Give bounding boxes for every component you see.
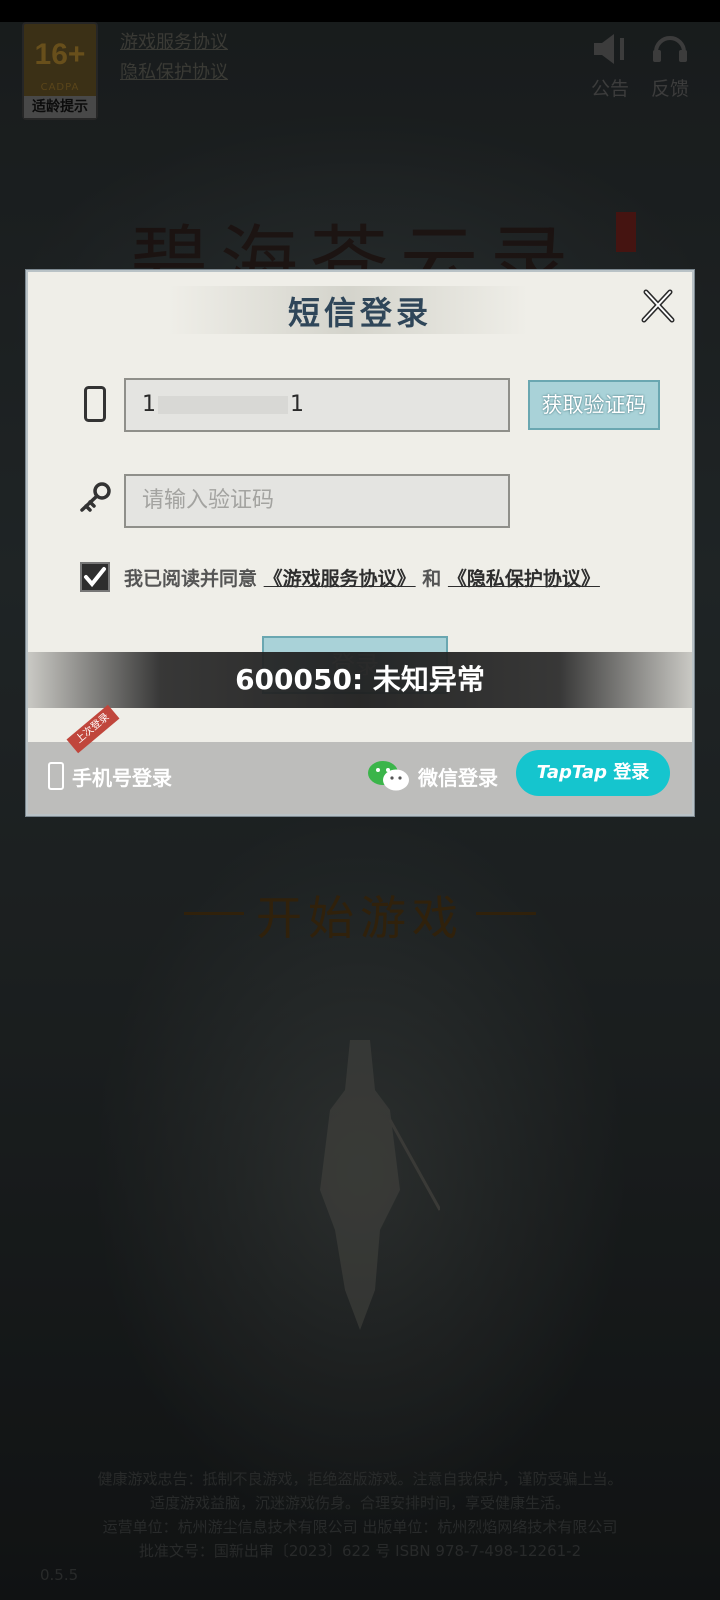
wechat-icon	[368, 761, 409, 791]
last-login-badge: 上次登录	[66, 704, 120, 754]
service-agreement-link-dialog[interactable]: 《游戏服务协议》	[264, 568, 416, 590]
wechat-login-label: 微信登录	[418, 765, 498, 790]
taptap-login-label: 登录	[613, 762, 650, 783]
phone-number-prefix: 1	[142, 392, 156, 417]
agreement-checkbox[interactable]	[80, 562, 110, 592]
phone-login-label: 手机号登录	[72, 765, 172, 790]
key-icon	[80, 482, 111, 512]
get-code-button[interactable]: 获取验证码	[528, 380, 660, 430]
phone-number-suffix: 1	[290, 392, 304, 417]
taptap-brand: TapTap	[536, 762, 608, 783]
agreement-prefix: 我已阅读并同意	[124, 568, 258, 590]
wechat-login-button[interactable]: 微信登录	[366, 756, 498, 796]
phone-login-button[interactable]: 手机号登录	[48, 758, 172, 794]
phone-number-input[interactable]: 11	[124, 378, 510, 432]
phone-icon	[48, 762, 64, 790]
agreement-and: 和	[422, 568, 442, 590]
dialog-title: 短信登录	[287, 294, 432, 332]
close-icon[interactable]	[640, 288, 676, 324]
status-bar	[0, 0, 720, 22]
login-methods-bar: 上次登录 手机号登录 微信登录 TapTap 登录	[28, 704, 692, 814]
error-toast: 600050: 未知异常	[28, 652, 692, 708]
checkmark-icon	[84, 567, 106, 588]
sms-login-dialog: 短信登录 11 获取验证码 请输入验证码 我已阅读并同意 《游戏服务协议》 和 …	[26, 270, 694, 816]
privacy-agreement-link-dialog[interactable]: 《隐私保护协议》	[448, 568, 600, 590]
verification-code-input[interactable]: 请输入验证码	[124, 474, 510, 528]
phone-icon	[84, 386, 106, 422]
taptap-login-button[interactable]: TapTap 登录	[516, 750, 670, 796]
phone-number-masked	[158, 396, 288, 414]
agreement-text: 我已阅读并同意 《游戏服务协议》 和 《隐私保护协议》	[124, 564, 600, 591]
